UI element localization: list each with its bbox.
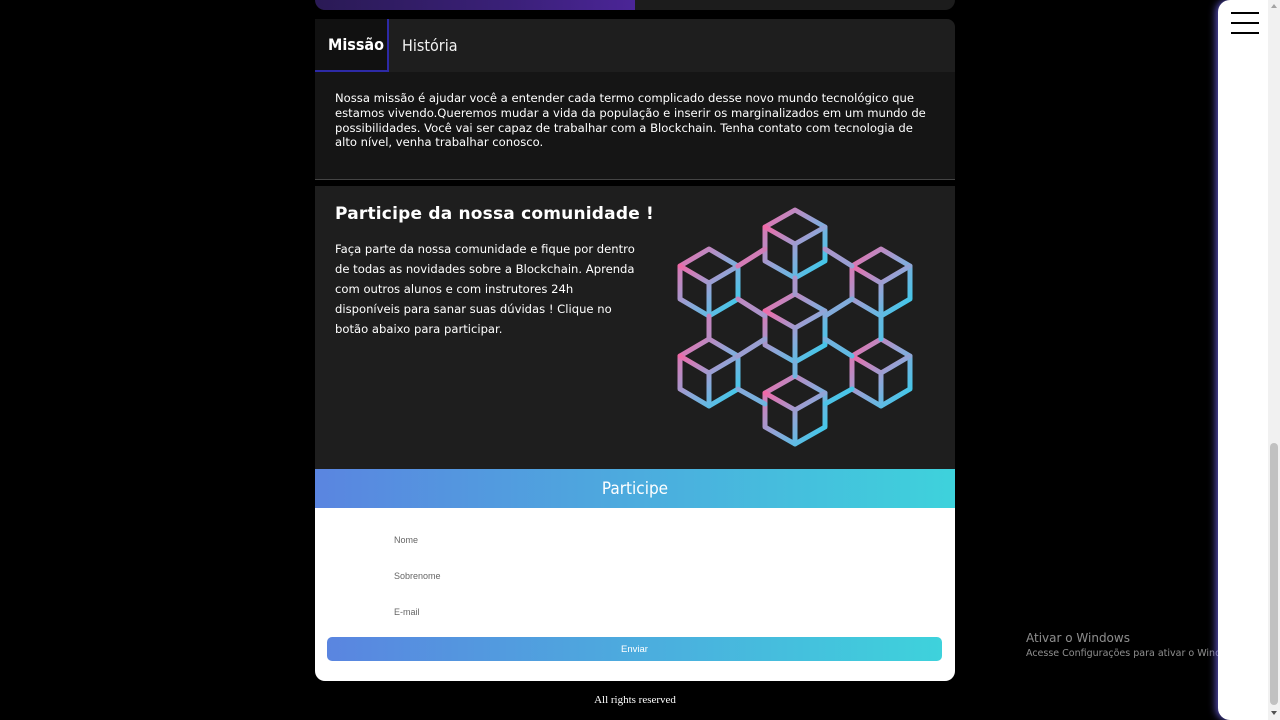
footer-text: All rights reserved (594, 694, 676, 706)
scroll-up-icon[interactable] (1271, 4, 1277, 8)
submit-button[interactable]: Enviar (327, 637, 942, 661)
hamburger-menu-icon[interactable] (1231, 12, 1259, 34)
last-name-input[interactable] (394, 566, 794, 586)
community-text: Faça parte da nossa comunidade e fique p… (335, 242, 635, 336)
scrollbar[interactable] (1268, 0, 1280, 720)
windows-activation-watermark: Ativar o Windows Acesse Configurações pa… (1026, 631, 1243, 659)
community-title: Participe da nossa comunidade ! (335, 204, 655, 224)
tab-bar: Missão História (315, 19, 955, 72)
watermark-subtitle: Acesse Configurações para ativar o Windo… (1026, 648, 1243, 659)
form-title: Participe (315, 469, 955, 508)
previous-section-strip (315, 0, 955, 10)
mission-panel: Nossa missão é ajudar você a entender ca… (315, 72, 955, 180)
watermark-title: Ativar o Windows (1026, 631, 1130, 645)
blockchain-cubes-icon (677, 207, 913, 447)
tab-historia[interactable]: História (389, 19, 471, 72)
signup-form: Participe Enviar (315, 469, 955, 681)
email-input[interactable] (394, 602, 794, 622)
side-menu-panel (1218, 0, 1268, 720)
scrollbar-thumb[interactable] (1270, 443, 1278, 705)
tab-missao[interactable]: Missão (315, 19, 389, 72)
mission-text: Nossa missão é ajudar você a entender ca… (335, 91, 926, 150)
gradient-bar (315, 0, 635, 10)
scroll-down-icon[interactable] (1271, 711, 1277, 715)
first-name-input[interactable] (394, 530, 794, 550)
community-section: Participe da nossa comunidade ! Faça par… (315, 186, 955, 469)
